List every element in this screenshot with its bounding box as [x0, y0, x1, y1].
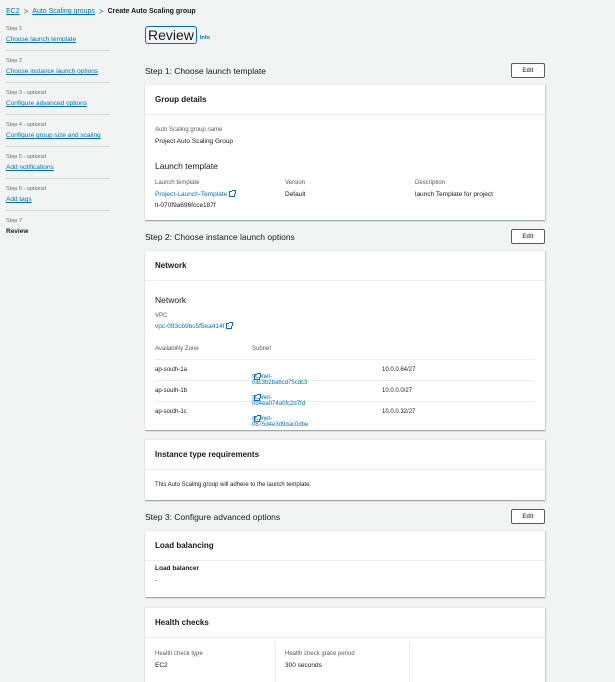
wizard-step-6: Step 6 - optional Add tags	[6, 186, 110, 211]
external-link-icon	[254, 394, 261, 401]
instance-type-requirements-title: Instance type requirements	[145, 440, 545, 470]
step3-section-header: Step 3: Configure advanced options Edit	[145, 509, 545, 524]
group-details-title: Group details	[145, 85, 545, 115]
column-divider	[275, 642, 276, 682]
zone-cidr: 10.0.0.64/27	[382, 367, 416, 373]
step-link-configure-advanced-options[interactable]: Configure advanced options	[6, 99, 110, 108]
group-details-card: Group details Auto Scaling group name Pr…	[145, 84, 545, 220]
step2-section-header: Step 2: Choose instance launch options E…	[145, 229, 545, 244]
wizard-step-3: Step 3 - optional Configure advanced opt…	[6, 90, 110, 115]
version-value: Default	[285, 191, 306, 198]
version-label: Version	[285, 180, 306, 186]
health-checks-card: Health checks Health check type EC2 Heal…	[145, 607, 545, 682]
step-link-choose-launch-template[interactable]: Choose launch template	[6, 35, 110, 44]
load-balancer-label: Load balancer	[155, 565, 200, 572]
network-card: Network Network VPC vpc-093cb9bc5f5ea414…	[145, 250, 545, 430]
description-value: launch Template for project	[415, 191, 493, 198]
zone-cidr: 10.0.0.0/27	[382, 388, 413, 394]
chevron-right-icon: >	[98, 7, 104, 16]
table-row: ap-south-1c subnet-0675d4e3d9dac0dbe 10.…	[155, 409, 416, 428]
info-link[interactable]: Info	[200, 35, 210, 41]
step-current-review: Review	[6, 228, 29, 235]
health-check-type-value: EC2	[155, 662, 168, 669]
subnet-header: Subnet	[252, 346, 272, 352]
step-number: Step 3 - optional	[6, 90, 47, 96]
instance-type-requirements-text: This Auto Scaling group will adhere to t…	[155, 482, 312, 488]
wizard-step-1: Step 1 Choose launch template	[6, 26, 110, 51]
zone-cidr: 10.0.0.32/27	[382, 409, 416, 415]
breadcrumb-ec2[interactable]: EC2	[6, 8, 20, 15]
wizard-steps-nav: Step 1 Choose launch template Step 2 Cho…	[6, 26, 110, 249]
network-card-title: Network	[145, 251, 545, 281]
wizard-step-4: Step 4 - optional Configure group size a…	[6, 122, 110, 147]
health-check-type-label: Health check type	[155, 651, 203, 657]
availability-zone-header: Availability Zone	[155, 346, 199, 352]
step-number: Step 7	[6, 218, 22, 224]
breadcrumb-auto-scaling-groups[interactable]: Auto Scaling groups	[32, 8, 95, 15]
asg-name-value: Project Auto Scaling Group	[155, 138, 234, 145]
health-checks-title: Health checks	[145, 608, 545, 638]
step-number: Step 5 - optional	[6, 154, 47, 160]
external-link-icon	[254, 415, 261, 422]
page-header: Review Info	[145, 26, 210, 44]
step-number: Step 6 - optional	[6, 186, 47, 192]
column-divider	[409, 642, 410, 682]
step-link-add-tags[interactable]: Add tags	[6, 195, 110, 204]
step-link-choose-instance-launch-options[interactable]: Choose instance launch options	[6, 67, 110, 76]
breadcrumb: EC2 > Auto Scaling groups > Create Auto …	[6, 7, 196, 16]
zone-table-header: Availability Zone Subnet	[155, 339, 535, 360]
health-check-grace-value: 300 seconds	[285, 662, 322, 669]
vpc-link[interactable]: vpc-093cb9bc5f5ea414f	[155, 322, 234, 330]
step-link-add-notifications[interactable]: Add notifications	[6, 163, 110, 172]
external-link-icon	[229, 190, 237, 197]
table-row: ap-south-1a subnet-0ac3b2ba6cd75cdc3 10.…	[155, 360, 535, 386]
step1-edit-button[interactable]: Edit	[511, 63, 545, 78]
instance-type-requirements-card: Instance type requirements This Auto Sca…	[145, 439, 545, 500]
vpc-label: VPC	[155, 313, 168, 319]
zone-az: ap-south-1c	[155, 409, 187, 415]
step2-edit-button[interactable]: Edit	[511, 229, 545, 244]
step3-edit-button[interactable]: Edit	[511, 509, 545, 524]
step2-heading: Step 2: Choose instance launch options	[145, 231, 295, 242]
zone-az: ap-south-1a	[155, 367, 188, 373]
page-title: Review	[145, 26, 197, 44]
step-number: Step 2	[6, 58, 22, 64]
wizard-step-5: Step 5 - optional Add notifications	[6, 154, 110, 179]
external-link-icon	[254, 373, 261, 380]
load-balancing-title: Load balancing	[145, 531, 545, 561]
description-label: Description	[415, 180, 446, 186]
wizard-step-7: Step 7 Review	[6, 218, 110, 242]
load-balancer-value: -	[155, 577, 158, 584]
step-number: Step 1	[6, 26, 22, 32]
step1-heading: Step 1: Choose launch template	[145, 65, 266, 76]
step-number: Step 4 - optional	[6, 122, 47, 128]
zone-az: ap-south-1b	[155, 388, 188, 394]
external-link-icon	[226, 322, 234, 329]
table-row: ap-south-1b subnet-0d4ea074a0fc2d7fd 10.…	[155, 381, 535, 407]
chevron-right-icon: >	[23, 7, 29, 16]
asg-name-label: Auto Scaling group name	[155, 127, 223, 133]
launch-template-id: lt-070f9a696fcce187f	[155, 202, 216, 209]
breadcrumb-current: Create Auto Scaling group	[107, 8, 196, 15]
health-check-grace-label: Health check grace period	[285, 651, 355, 657]
launch-template-heading: Launch template	[155, 161, 218, 171]
launch-template-link[interactable]: Project-Launch-Template	[155, 190, 237, 198]
launch-template-label: Launch template	[155, 180, 200, 186]
step-link-configure-group-size[interactable]: Configure group size and scaling	[6, 131, 110, 140]
network-heading: Network	[155, 295, 187, 305]
step1-section-header: Step 1: Choose launch template Edit	[145, 63, 545, 78]
wizard-step-2: Step 2 Choose instance launch options	[6, 58, 110, 83]
load-balancing-card: Load balancing Load balancer -	[145, 530, 545, 597]
step3-heading: Step 3: Configure advanced options	[145, 511, 281, 522]
